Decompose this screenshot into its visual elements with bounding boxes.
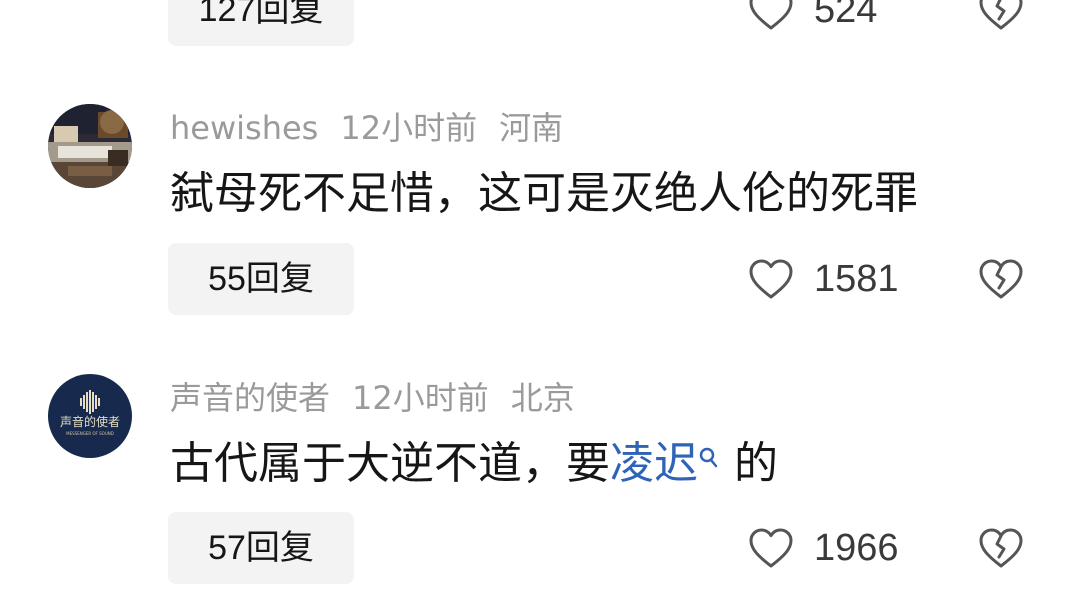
like-button[interactable]: 524 <box>748 0 877 46</box>
dislike-button[interactable] <box>978 0 1026 46</box>
like-button[interactable]: 1966 <box>748 512 899 584</box>
comment-text-before: 古代属于大逆不道，要 <box>170 438 610 489</box>
comment-meta: hewishes 12小时前 河南 <box>170 108 585 148</box>
location: 河南 <box>499 109 564 147</box>
like-button[interactable]: 1581 <box>748 243 899 315</box>
timestamp: 12小时前 <box>352 379 489 417</box>
keyword-search-link[interactable]: 凌迟 <box>610 438 720 489</box>
reply-button[interactable]: 55回复 <box>168 243 354 315</box>
avatar[interactable] <box>48 104 132 188</box>
dislike-button[interactable] <box>978 512 1026 584</box>
comment-text: 古代属于大逆不道，要凌迟 的 <box>170 436 778 492</box>
heart-icon <box>749 259 793 299</box>
avatar-image <box>48 104 132 188</box>
location: 北京 <box>510 379 575 417</box>
avatar-image: 声音的使者 MESSENGER OF SOUND <box>48 374 132 458</box>
username[interactable]: 声音的使者 <box>170 379 330 417</box>
dislike-button[interactable] <box>978 243 1026 315</box>
broken-heart-icon <box>979 528 1023 568</box>
avatar[interactable]: 声音的使者 MESSENGER OF SOUND <box>48 374 132 458</box>
like-count: 1581 <box>814 257 899 300</box>
timestamp: 12小时前 <box>340 109 478 147</box>
comment-text-after: 的 <box>734 438 778 489</box>
comment-text: 弑母死不足惜，这可是灭绝人伦的死罪 <box>170 168 918 219</box>
search-icon <box>698 432 720 468</box>
like-count: 1966 <box>814 526 899 569</box>
broken-heart-icon <box>979 259 1023 299</box>
heart-icon <box>749 0 793 30</box>
comment-meta: 声音的使者 12小时前 北京 <box>170 378 597 418</box>
username[interactable]: hewishes <box>170 109 318 147</box>
heart-icon <box>749 528 793 568</box>
avatar-logo-subtext: MESSENGER OF SOUND <box>66 431 114 436</box>
reply-button[interactable]: 57回复 <box>168 512 354 584</box>
broken-heart-icon <box>979 0 1023 30</box>
keyword-link-text[interactable]: 凌迟 <box>610 438 698 489</box>
like-count: 524 <box>814 0 878 31</box>
reply-button[interactable]: 127回复 <box>168 0 354 46</box>
avatar-logo-text: 声音的使者 <box>60 414 120 429</box>
